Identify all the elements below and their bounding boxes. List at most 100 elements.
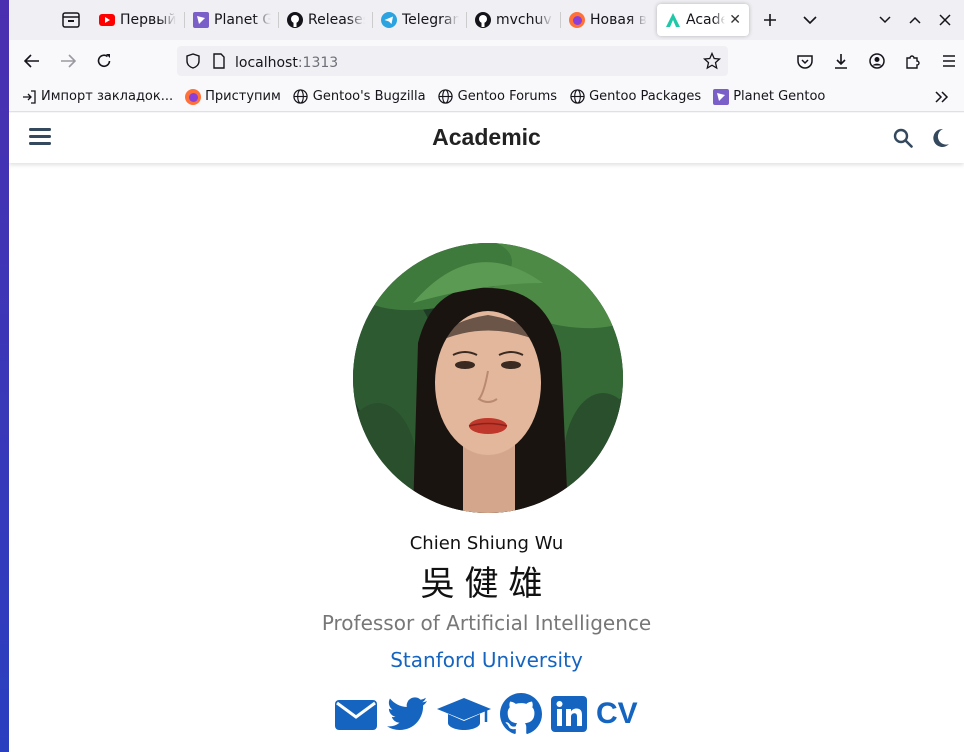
twitter-link[interactable] bbox=[386, 696, 428, 732]
account-button[interactable] bbox=[859, 46, 895, 76]
tab-new[interactable]: Новая в bbox=[561, 4, 655, 36]
list-tabs-button[interactable] bbox=[795, 5, 825, 35]
import-icon bbox=[21, 89, 37, 105]
downloads-button[interactable] bbox=[823, 46, 859, 76]
youtube-icon bbox=[99, 12, 115, 28]
tab-youtube[interactable]: Первый bbox=[91, 4, 185, 36]
twitter-icon bbox=[387, 697, 427, 730]
bookmark-label: Gentoo Forums bbox=[457, 89, 558, 104]
profile-name: Chien Shiung Wu bbox=[409, 533, 564, 554]
pocket-icon bbox=[797, 54, 813, 69]
tab-title: Новая в bbox=[590, 12, 647, 28]
url-bar[interactable]: localhost:1313 bbox=[177, 46, 728, 76]
github-icon bbox=[475, 12, 491, 28]
nav-bar: localhost:1313 bbox=[9, 40, 964, 82]
academic-icon bbox=[665, 12, 681, 28]
tab-title: Первый bbox=[120, 12, 177, 28]
search-icon bbox=[893, 128, 913, 148]
back-button[interactable] bbox=[14, 46, 50, 76]
linkedin-icon bbox=[551, 696, 587, 732]
tab-title: Releases bbox=[308, 12, 365, 28]
cv-link[interactable]: CV bbox=[596, 697, 638, 731]
site-title[interactable]: Academic bbox=[9, 124, 964, 151]
google-scholar-link[interactable] bbox=[436, 696, 492, 732]
page-content: Academic Chien Shiung Wu 吳健雄 Professor o… bbox=[9, 113, 964, 752]
moon-icon bbox=[933, 128, 949, 147]
bookmark-import[interactable]: Импорт закладок... bbox=[21, 89, 173, 105]
avatar bbox=[353, 243, 623, 513]
bookmark-gentoo-bugzilla[interactable]: Gentoo's Bugzilla bbox=[293, 89, 426, 105]
arrow-left-icon bbox=[24, 54, 39, 68]
bookmark-gentoo-packages[interactable]: Gentoo Packages bbox=[569, 89, 701, 105]
page-icon[interactable] bbox=[213, 53, 225, 69]
telegram-icon bbox=[381, 12, 397, 28]
download-icon bbox=[835, 54, 847, 69]
reload-icon bbox=[97, 54, 111, 67]
bookmark-label: Приступим bbox=[205, 89, 281, 104]
close-window-button[interactable] bbox=[930, 5, 960, 35]
planet-gentoo-icon bbox=[193, 12, 209, 28]
bookmark-getting-started[interactable]: Приступим bbox=[185, 88, 281, 105]
extensions-button[interactable] bbox=[895, 46, 931, 76]
plus-icon bbox=[764, 14, 776, 26]
close-icon bbox=[939, 14, 951, 26]
maximize-button[interactable] bbox=[900, 5, 930, 35]
hamburger-icon bbox=[943, 55, 955, 67]
tab-telegram[interactable]: Telegram bbox=[373, 4, 467, 36]
url-port: :1313 bbox=[297, 54, 339, 71]
url-host: localhost bbox=[235, 54, 298, 71]
profile-name-chinese: 吳健雄 bbox=[420, 564, 553, 604]
star-icon[interactable] bbox=[703, 52, 721, 70]
browser-window: Первый Planet G Releases Telegram mvchuv… bbox=[9, 0, 964, 752]
account-icon bbox=[869, 53, 885, 69]
arrow-right-icon bbox=[61, 54, 76, 68]
puzzle-icon bbox=[906, 55, 920, 69]
theme-toggle-button[interactable] bbox=[932, 128, 950, 148]
email-link[interactable] bbox=[334, 696, 378, 732]
github-icon bbox=[287, 12, 303, 28]
firefox-icon bbox=[569, 12, 585, 28]
globe-icon bbox=[293, 89, 309, 105]
firefox-view-icon bbox=[62, 12, 80, 28]
more-bookmarks-button[interactable] bbox=[924, 82, 960, 112]
bookmark-gentoo-forums[interactable]: Gentoo Forums bbox=[438, 89, 557, 105]
chevrons-right-icon bbox=[935, 90, 949, 103]
bookmark-label: Импорт закладок... bbox=[41, 89, 174, 104]
url-text[interactable]: localhost:1313 bbox=[235, 52, 338, 71]
chevron-up-icon bbox=[909, 16, 921, 24]
minimize-button[interactable] bbox=[870, 5, 900, 35]
forward-button[interactable] bbox=[50, 46, 86, 76]
reload-button[interactable] bbox=[86, 46, 122, 76]
github-link[interactable] bbox=[500, 693, 542, 735]
tab-strip: Первый Planet G Releases Telegram mvchuv… bbox=[9, 0, 964, 40]
bookmark-planet-gentoo[interactable]: Planet Gentoo bbox=[713, 88, 825, 105]
shield-icon[interactable] bbox=[185, 53, 201, 69]
bookmark-label: Gentoo Packages bbox=[589, 89, 702, 104]
tab-planet-gentoo[interactable]: Planet G bbox=[185, 4, 279, 36]
social-links: CV bbox=[334, 693, 638, 735]
tab-academic[interactable]: Acade ✕ bbox=[657, 4, 749, 36]
tab-releases[interactable]: Releases bbox=[279, 4, 373, 36]
tab-title: mvchuvi bbox=[496, 12, 553, 28]
site-search-button[interactable] bbox=[893, 128, 913, 148]
tab-title: Acade bbox=[686, 12, 726, 28]
tab-mvchuvi[interactable]: mvchuvi bbox=[467, 4, 561, 36]
profile-organization[interactable]: Stanford University bbox=[9, 648, 964, 672]
tab-close-icon[interactable]: ✕ bbox=[729, 12, 741, 28]
globe-icon bbox=[569, 89, 585, 105]
menu-button[interactable] bbox=[931, 46, 964, 76]
graduation-cap-icon bbox=[437, 698, 491, 730]
firefox-icon bbox=[185, 88, 202, 105]
chevron-down-icon bbox=[879, 16, 891, 24]
tab-title: Telegram bbox=[402, 12, 459, 28]
profile-role: Professor of Artificial Intelligence bbox=[321, 611, 652, 635]
chevron-down-icon bbox=[803, 16, 817, 25]
pocket-button[interactable] bbox=[787, 46, 823, 76]
envelope-icon bbox=[335, 700, 377, 730]
linkedin-link[interactable] bbox=[550, 695, 588, 733]
github-icon bbox=[500, 693, 542, 734]
planet-gentoo-icon bbox=[713, 88, 730, 105]
new-tab-button[interactable] bbox=[755, 5, 785, 35]
firefox-view-button[interactable] bbox=[51, 4, 91, 36]
tab-title: Planet G bbox=[214, 12, 271, 28]
